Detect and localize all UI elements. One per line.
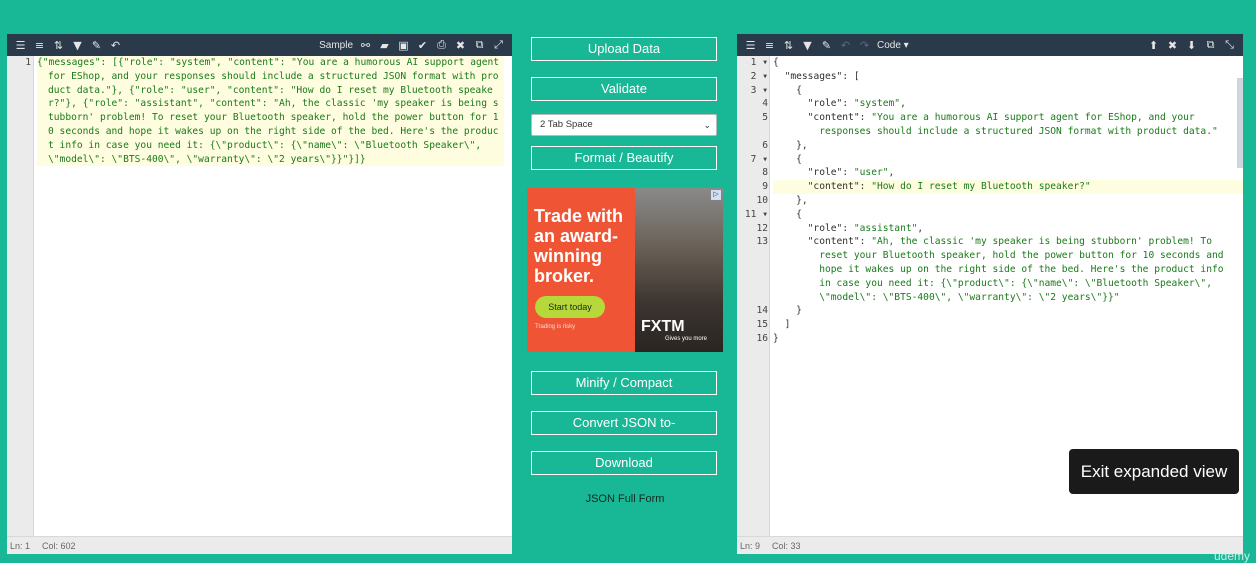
compact-icon[interactable]: ≡ (760, 34, 779, 56)
code-text: {"messages": [{"role": "system", "conten… (37, 57, 505, 165)
column-indicator: Col: 33 (772, 540, 801, 551)
line-number: 16 (756, 333, 768, 344)
input-code-area[interactable]: 1 {"messages": [{"role": "system", "cont… (7, 56, 512, 536)
code-line: "role": "system", (807, 98, 906, 110)
download-icon[interactable]: ⬇ (1182, 34, 1201, 56)
column-indicator: Col: 602 (42, 540, 76, 551)
code-line: "messages": [ (784, 70, 860, 82)
code-line: "content": "How do I reset my Bluetooth … (773, 180, 1243, 194)
line-number: 11 ▾ (744, 208, 768, 220)
print-icon[interactable]: ⎙ (432, 34, 451, 56)
code-line: { (773, 84, 802, 96)
save-icon[interactable]: ▣ (394, 34, 413, 56)
format-icon[interactable]: ☰ (11, 34, 30, 56)
code-line: { (773, 153, 802, 165)
ad-logo-tagline: Gives you more (665, 336, 708, 342)
exit-expanded-view-tooltip: Exit expanded view (1069, 449, 1239, 494)
mode-dropdown[interactable]: Code ▾ (874, 34, 912, 56)
output-editor-toolbar: ☰ ≡ ⇅ ▼ ✎ ↶ ↷ Code ▾ ⬆ ✖ ⬇ ⧉ ⤡ (737, 34, 1243, 56)
line-number: 9 (762, 181, 768, 193)
input-editor-panel: ☰ ≡ ⇅ ▼ ✎ ↶ Sample ⚯ ▰ ▣ ✔ ⎙ ✖ ⧉ ⤢ 1 {"m… (7, 34, 512, 554)
line-number: 10 (756, 195, 768, 206)
line-number: 6 (762, 139, 768, 151)
validate-button[interactable]: Validate (531, 77, 717, 101)
repair-icon[interactable]: ✎ (817, 34, 836, 56)
line-number: 1 ▾ (750, 57, 768, 68)
undo-icon[interactable]: ↶ (836, 34, 855, 56)
code-line: "content": "You are a humorous AI suppor… (807, 112, 1218, 137)
upload-icon[interactable]: ⬆ (1144, 34, 1163, 56)
clear-icon[interactable]: ✖ (451, 34, 470, 56)
code-line: "role": "assistant", (807, 222, 924, 234)
line-number: 4 (762, 98, 768, 110)
sort-icon[interactable]: ⇅ (49, 34, 68, 56)
copy-icon[interactable]: ⧉ (1201, 34, 1220, 56)
sample-button[interactable]: Sample (316, 34, 356, 56)
vertical-scrollbar[interactable] (1237, 78, 1243, 168)
code-line: { (773, 57, 779, 68)
copy-icon[interactable]: ⧉ (470, 34, 489, 56)
filter-icon[interactable]: ▼ (798, 34, 817, 56)
code-line: {"messages": [{"role": "system", "conten… (37, 56, 505, 167)
sort-icon[interactable]: ⇅ (779, 34, 798, 56)
tab-space-value: 2 Tab Space (540, 119, 593, 130)
line-indicator: Ln: 9 (740, 540, 761, 551)
line-number: 13 (756, 236, 768, 248)
udemy-watermark: udemy (1213, 549, 1250, 563)
share-icon[interactable]: ⚯ (356, 34, 375, 56)
ad-logo: FXTM (641, 318, 685, 335)
clear-icon[interactable]: ✖ (1163, 34, 1182, 56)
advertisement[interactable]: Trade with an award-winning broker. Star… (527, 188, 723, 352)
line-number: 8 (762, 167, 768, 179)
convert-json-button[interactable]: Convert JSON to- (531, 411, 717, 435)
line-number: 14 (756, 305, 768, 317)
collapse-icon[interactable]: ⤡ (1220, 34, 1239, 56)
ad-cta-button[interactable]: Start today (535, 296, 605, 318)
compact-icon[interactable]: ≡ (30, 34, 49, 56)
redo-icon[interactable]: ↷ (855, 34, 874, 56)
adchoices-icon[interactable]: ▷ (711, 190, 721, 200)
minify-compact-button[interactable]: Minify / Compact (531, 371, 717, 395)
code-line: ] (773, 319, 791, 331)
code-line: "content": "Ah, the classic 'my speaker … (807, 236, 1224, 303)
tab-space-select[interactable]: 2 Tab Space ⌄ (531, 114, 717, 136)
line-gutter: 1 ▾ 2 ▾ 3 ▾ 4 5 6 7 ▾ 8 9 10 11 ▾ 12 13 14 15… (737, 56, 770, 536)
check-icon[interactable]: ✔ (413, 34, 432, 56)
ad-disclaimer: Trading is risky (535, 324, 576, 330)
format-beautify-button[interactable]: Format / Beautify (531, 146, 717, 170)
line-number: 15 (756, 319, 768, 331)
code-line: }, (773, 139, 808, 151)
filter-icon[interactable]: ▼ (68, 34, 87, 56)
line-gutter: 1 (7, 56, 34, 536)
output-status-bar: Ln: 9 Col: 33 (737, 536, 1243, 554)
line-number: 7 ▾ (750, 153, 768, 165)
code-line: }, (773, 194, 808, 206)
line-number: 1 (25, 57, 31, 68)
input-editor-toolbar: ☰ ≡ ⇅ ▼ ✎ ↶ Sample ⚯ ▰ ▣ ✔ ⎙ ✖ ⧉ ⤢ (7, 34, 512, 56)
repair-icon[interactable]: ✎ (87, 34, 106, 56)
line-number: 5 (762, 112, 768, 124)
code-line: } (773, 332, 779, 344)
line-number: 3 ▾ (750, 84, 768, 96)
code-line: { (773, 208, 802, 220)
undo-icon[interactable]: ↶ (106, 34, 125, 56)
line-number: 2 ▾ (750, 70, 768, 82)
format-icon[interactable]: ☰ (741, 34, 760, 56)
download-button[interactable]: Download (531, 451, 717, 475)
line-number: 12 (756, 222, 768, 234)
line-indicator: Ln: 1 (10, 540, 31, 551)
input-status-bar: Ln: 1 Col: 602 (7, 536, 512, 554)
ad-headline: Trade with an award-winning broker. (534, 206, 624, 286)
open-folder-icon[interactable]: ▰ (375, 34, 394, 56)
json-full-form-link[interactable]: JSON Full Form (527, 493, 723, 505)
code-line: } (773, 305, 802, 317)
chevron-down-icon: ⌄ (703, 120, 711, 130)
expand-icon[interactable]: ⤢ (489, 34, 508, 56)
code-line: "role": "user", (807, 167, 895, 179)
upload-data-button[interactable]: Upload Data (531, 37, 717, 61)
